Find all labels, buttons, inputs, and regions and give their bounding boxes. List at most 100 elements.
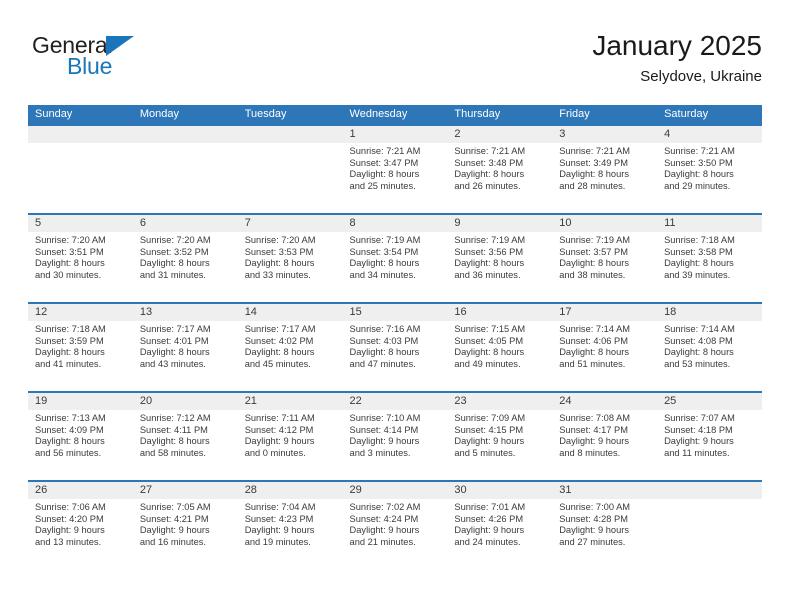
day-detail-line: Daylight: 9 hours xyxy=(664,436,734,447)
calendar-day-cell[interactable]: 29 Sunrise: 7:02 AM Sunset: 4:24 PM Dayligh… xyxy=(342,480,448,569)
calendar-week-row: 26 Sunrise: 7:06 AM Sunset: 4:20 PM Dayligh… xyxy=(28,480,762,569)
day-detail-line: Sunset: 4:01 PM xyxy=(139,335,209,346)
day-detail-line: Sunrise: 7:20 AM xyxy=(139,235,211,245)
day-detail-line: Sunrise: 7:02 AM xyxy=(349,502,421,512)
calendar-day-cell[interactable]: 4 Sunrise: 7:21 AM Sunset: 3:50 PM Daylight… xyxy=(657,124,762,213)
day-detail-line: Sunrise: 7:07 AM xyxy=(664,413,735,423)
day-detail-line: Sunset: 4:28 PM xyxy=(559,513,628,524)
day-number: 31 xyxy=(552,482,658,499)
calendar-day-cell[interactable]: 21 Sunrise: 7:11 AM Sunset: 4:12 PM Dayligh… xyxy=(237,391,343,480)
calendar-day-cell[interactable]: 7 Sunrise: 7:20 AM Sunset: 3:53 PM Daylight… xyxy=(237,213,343,302)
calendar-day-cell[interactable]: 10 Sunrise: 7:19 AM Sunset: 3:57 PM Dayligh… xyxy=(552,213,658,302)
day-detail-line: Sunset: 4:23 PM xyxy=(244,513,314,524)
day-detail-line: Sunrise: 7:06 AM xyxy=(35,502,106,512)
day-detail-line: Sunrise: 7:21 AM xyxy=(454,146,526,156)
day-detail-line: Sunrise: 7:20 AM xyxy=(35,235,106,245)
day-detail-line: Sunrise: 7:19 AM xyxy=(349,235,421,245)
calendar-day-cell[interactable]: 20 Sunrise: 7:12 AM Sunset: 4:11 PM Dayligh… xyxy=(132,391,238,480)
day-detail-line: Sunset: 3:52 PM xyxy=(139,246,209,257)
calendar-week-row: 5 Sunrise: 7:20 AM Sunset: 3:51 PM Daylight… xyxy=(28,213,762,302)
day-number: 26 xyxy=(28,482,133,499)
calendar-day-cell[interactable]: 28 Sunrise: 7:04 AM Sunset: 4:23 PM Dayligh… xyxy=(237,480,343,569)
day-detail-line: Daylight: 8 hours xyxy=(349,347,420,358)
day-details: Sunrise: 7:13 AM Sunset: 4:09 PM Daylight:… xyxy=(28,410,133,459)
day-detail-line: Sunset: 3:57 PM xyxy=(559,246,628,257)
day-number: 13 xyxy=(132,304,238,321)
calendar-day-cell[interactable]: 1 Sunrise: 7:21 AM Sunset: 3:47 PM Daylight… xyxy=(342,124,448,213)
day-detail-line: Sunset: 3:59 PM xyxy=(35,335,104,346)
calendar-day-cell[interactable]: 11 Sunrise: 7:18 AM Sunset: 3:58 PM Dayligh… xyxy=(657,213,762,302)
day-detail-line: Daylight: 8 hours xyxy=(139,436,210,447)
day-detail-line: Daylight: 8 hours xyxy=(664,347,734,358)
calendar-day-cell[interactable]: 22 Sunrise: 7:10 AM Sunset: 4:14 PM Dayligh… xyxy=(342,391,448,480)
day-detail-line: Sunset: 3:49 PM xyxy=(559,157,628,168)
day-number: 10 xyxy=(552,215,658,232)
calendar-day-cell[interactable]: 13 Sunrise: 7:17 AM Sunset: 4:01 PM Dayligh… xyxy=(132,302,238,391)
day-detail-line: Daylight: 8 hours xyxy=(559,169,629,180)
day-detail-line: and 0 minutes. xyxy=(244,447,306,458)
day-details: Sunrise: 7:11 AM Sunset: 4:12 PM Daylight:… xyxy=(238,410,343,459)
day-detail-line: Daylight: 9 hours xyxy=(139,525,210,536)
day-detail-line: Daylight: 8 hours xyxy=(664,169,734,180)
calendar-day-cell[interactable]: 16 Sunrise: 7:15 AM Sunset: 4:05 PM Dayligh… xyxy=(447,302,553,391)
calendar-day-cell[interactable]: 14 Sunrise: 7:17 AM Sunset: 4:02 PM Dayligh… xyxy=(237,302,343,391)
day-number: 16 xyxy=(447,304,553,321)
calendar-empty-cell xyxy=(132,124,238,213)
calendar-day-cell[interactable]: 19 Sunrise: 7:13 AM Sunset: 4:09 PM Dayligh… xyxy=(28,391,133,480)
calendar-day-cell[interactable]: 15 Sunrise: 7:16 AM Sunset: 4:03 PM Dayligh… xyxy=(342,302,448,391)
day-detail-line: Sunrise: 7:19 AM xyxy=(454,235,526,245)
calendar-day-cell[interactable]: 17 Sunrise: 7:14 AM Sunset: 4:06 PM Dayligh… xyxy=(552,302,658,391)
page-title: January 2025 xyxy=(592,30,762,61)
day-detail-line: Sunrise: 7:01 AM xyxy=(454,502,526,512)
day-detail-line: and 38 minutes. xyxy=(559,269,626,280)
day-detail-line: and 39 minutes. xyxy=(664,269,731,280)
day-details: Sunrise: 7:17 AM Sunset: 4:02 PM Daylight:… xyxy=(238,321,343,370)
day-details: Sunrise: 7:20 AM Sunset: 3:53 PM Daylight:… xyxy=(238,232,343,281)
day-detail-line: and 31 minutes. xyxy=(139,269,206,280)
calendar-day-cell[interactable]: 23 Sunrise: 7:09 AM Sunset: 4:15 PM Dayligh… xyxy=(447,391,553,480)
day-number: 15 xyxy=(342,304,448,321)
calendar-day-cell[interactable]: 12 Sunrise: 7:18 AM Sunset: 3:59 PM Dayligh… xyxy=(28,302,133,391)
calendar-day-cell[interactable]: 26 Sunrise: 7:06 AM Sunset: 4:20 PM Dayligh… xyxy=(28,480,133,569)
day-detail-line: Sunset: 4:14 PM xyxy=(349,424,419,435)
day-detail-line: Sunrise: 7:16 AM xyxy=(349,324,421,334)
day-detail-line: Daylight: 8 hours xyxy=(35,347,105,358)
day-detail-line: Daylight: 8 hours xyxy=(139,347,210,358)
day-number: 29 xyxy=(342,482,448,499)
day-detail-line: Sunset: 4:09 PM xyxy=(35,424,104,435)
calendar-day-cell[interactable]: 2 Sunrise: 7:21 AM Sunset: 3:48 PM Daylight… xyxy=(447,124,553,213)
calendar-day-cell[interactable]: 5 Sunrise: 7:20 AM Sunset: 3:51 PM Daylight… xyxy=(28,213,133,302)
calendar-day-cell[interactable]: 30 Sunrise: 7:01 AM Sunset: 4:26 PM Dayligh… xyxy=(447,480,553,569)
day-detail-line: and 49 minutes. xyxy=(454,358,521,369)
day-details: Sunrise: 7:15 AM Sunset: 4:05 PM Daylight:… xyxy=(447,321,552,370)
day-number: 4 xyxy=(657,126,762,143)
calendar-day-cell[interactable]: 27 Sunrise: 7:05 AM Sunset: 4:21 PM Dayligh… xyxy=(132,480,238,569)
day-detail-line: Daylight: 9 hours xyxy=(244,525,315,536)
weekday-header-thursday: Thursday xyxy=(454,108,501,120)
calendar-day-cell[interactable]: 3 Sunrise: 7:21 AM Sunset: 3:49 PM Daylight… xyxy=(552,124,658,213)
calendar-day-cell[interactable]: 25 Sunrise: 7:07 AM Sunset: 4:18 PM Dayligh… xyxy=(657,391,762,480)
calendar-day-cell[interactable]: 6 Sunrise: 7:20 AM Sunset: 3:52 PM Daylight… xyxy=(132,213,238,302)
day-details: Sunrise: 7:14 AM Sunset: 4:06 PM Daylight:… xyxy=(552,321,657,370)
calendar-day-cell[interactable]: 18 Sunrise: 7:14 AM Sunset: 4:08 PM Dayligh… xyxy=(657,302,762,391)
day-detail-line: Sunset: 4:05 PM xyxy=(454,335,524,346)
day-detail-line: and 29 minutes. xyxy=(664,180,731,191)
calendar-day-cell[interactable]: 31 Sunrise: 7:00 AM Sunset: 4:28 PM Dayligh… xyxy=(552,480,658,569)
calendar-day-cell[interactable]: 8 Sunrise: 7:19 AM Sunset: 3:54 PM Daylight… xyxy=(342,213,448,302)
calendar-day-cell[interactable]: 24 Sunrise: 7:08 AM Sunset: 4:17 PM Dayligh… xyxy=(552,391,658,480)
calendar-day-cell[interactable]: 9 Sunrise: 7:19 AM Sunset: 3:56 PM Daylight… xyxy=(447,213,553,302)
day-detail-line: and 56 minutes. xyxy=(35,447,102,458)
day-details: Sunrise: 7:10 AM Sunset: 4:14 PM Daylight:… xyxy=(343,410,448,459)
calendar-empty-cell xyxy=(237,124,343,213)
day-detail-line: Sunset: 3:54 PM xyxy=(349,246,419,257)
calendar-grid: Sunday Monday Tuesday Wednesday Thursday… xyxy=(28,105,762,569)
day-detail-line: Sunrise: 7:12 AM xyxy=(139,413,211,423)
day-detail-line: Sunset: 4:26 PM xyxy=(454,513,524,524)
day-number xyxy=(657,482,762,499)
weekday-header-row: Sunday Monday Tuesday Wednesday Thursday… xyxy=(28,105,762,124)
day-detail-line: Daylight: 8 hours xyxy=(35,436,105,447)
day-number: 5 xyxy=(28,215,133,232)
day-detail-line: and 3 minutes. xyxy=(349,447,411,458)
day-details: Sunrise: 7:21 AM Sunset: 3:49 PM Daylight:… xyxy=(552,143,657,192)
day-detail-line: Sunset: 3:58 PM xyxy=(664,246,733,257)
